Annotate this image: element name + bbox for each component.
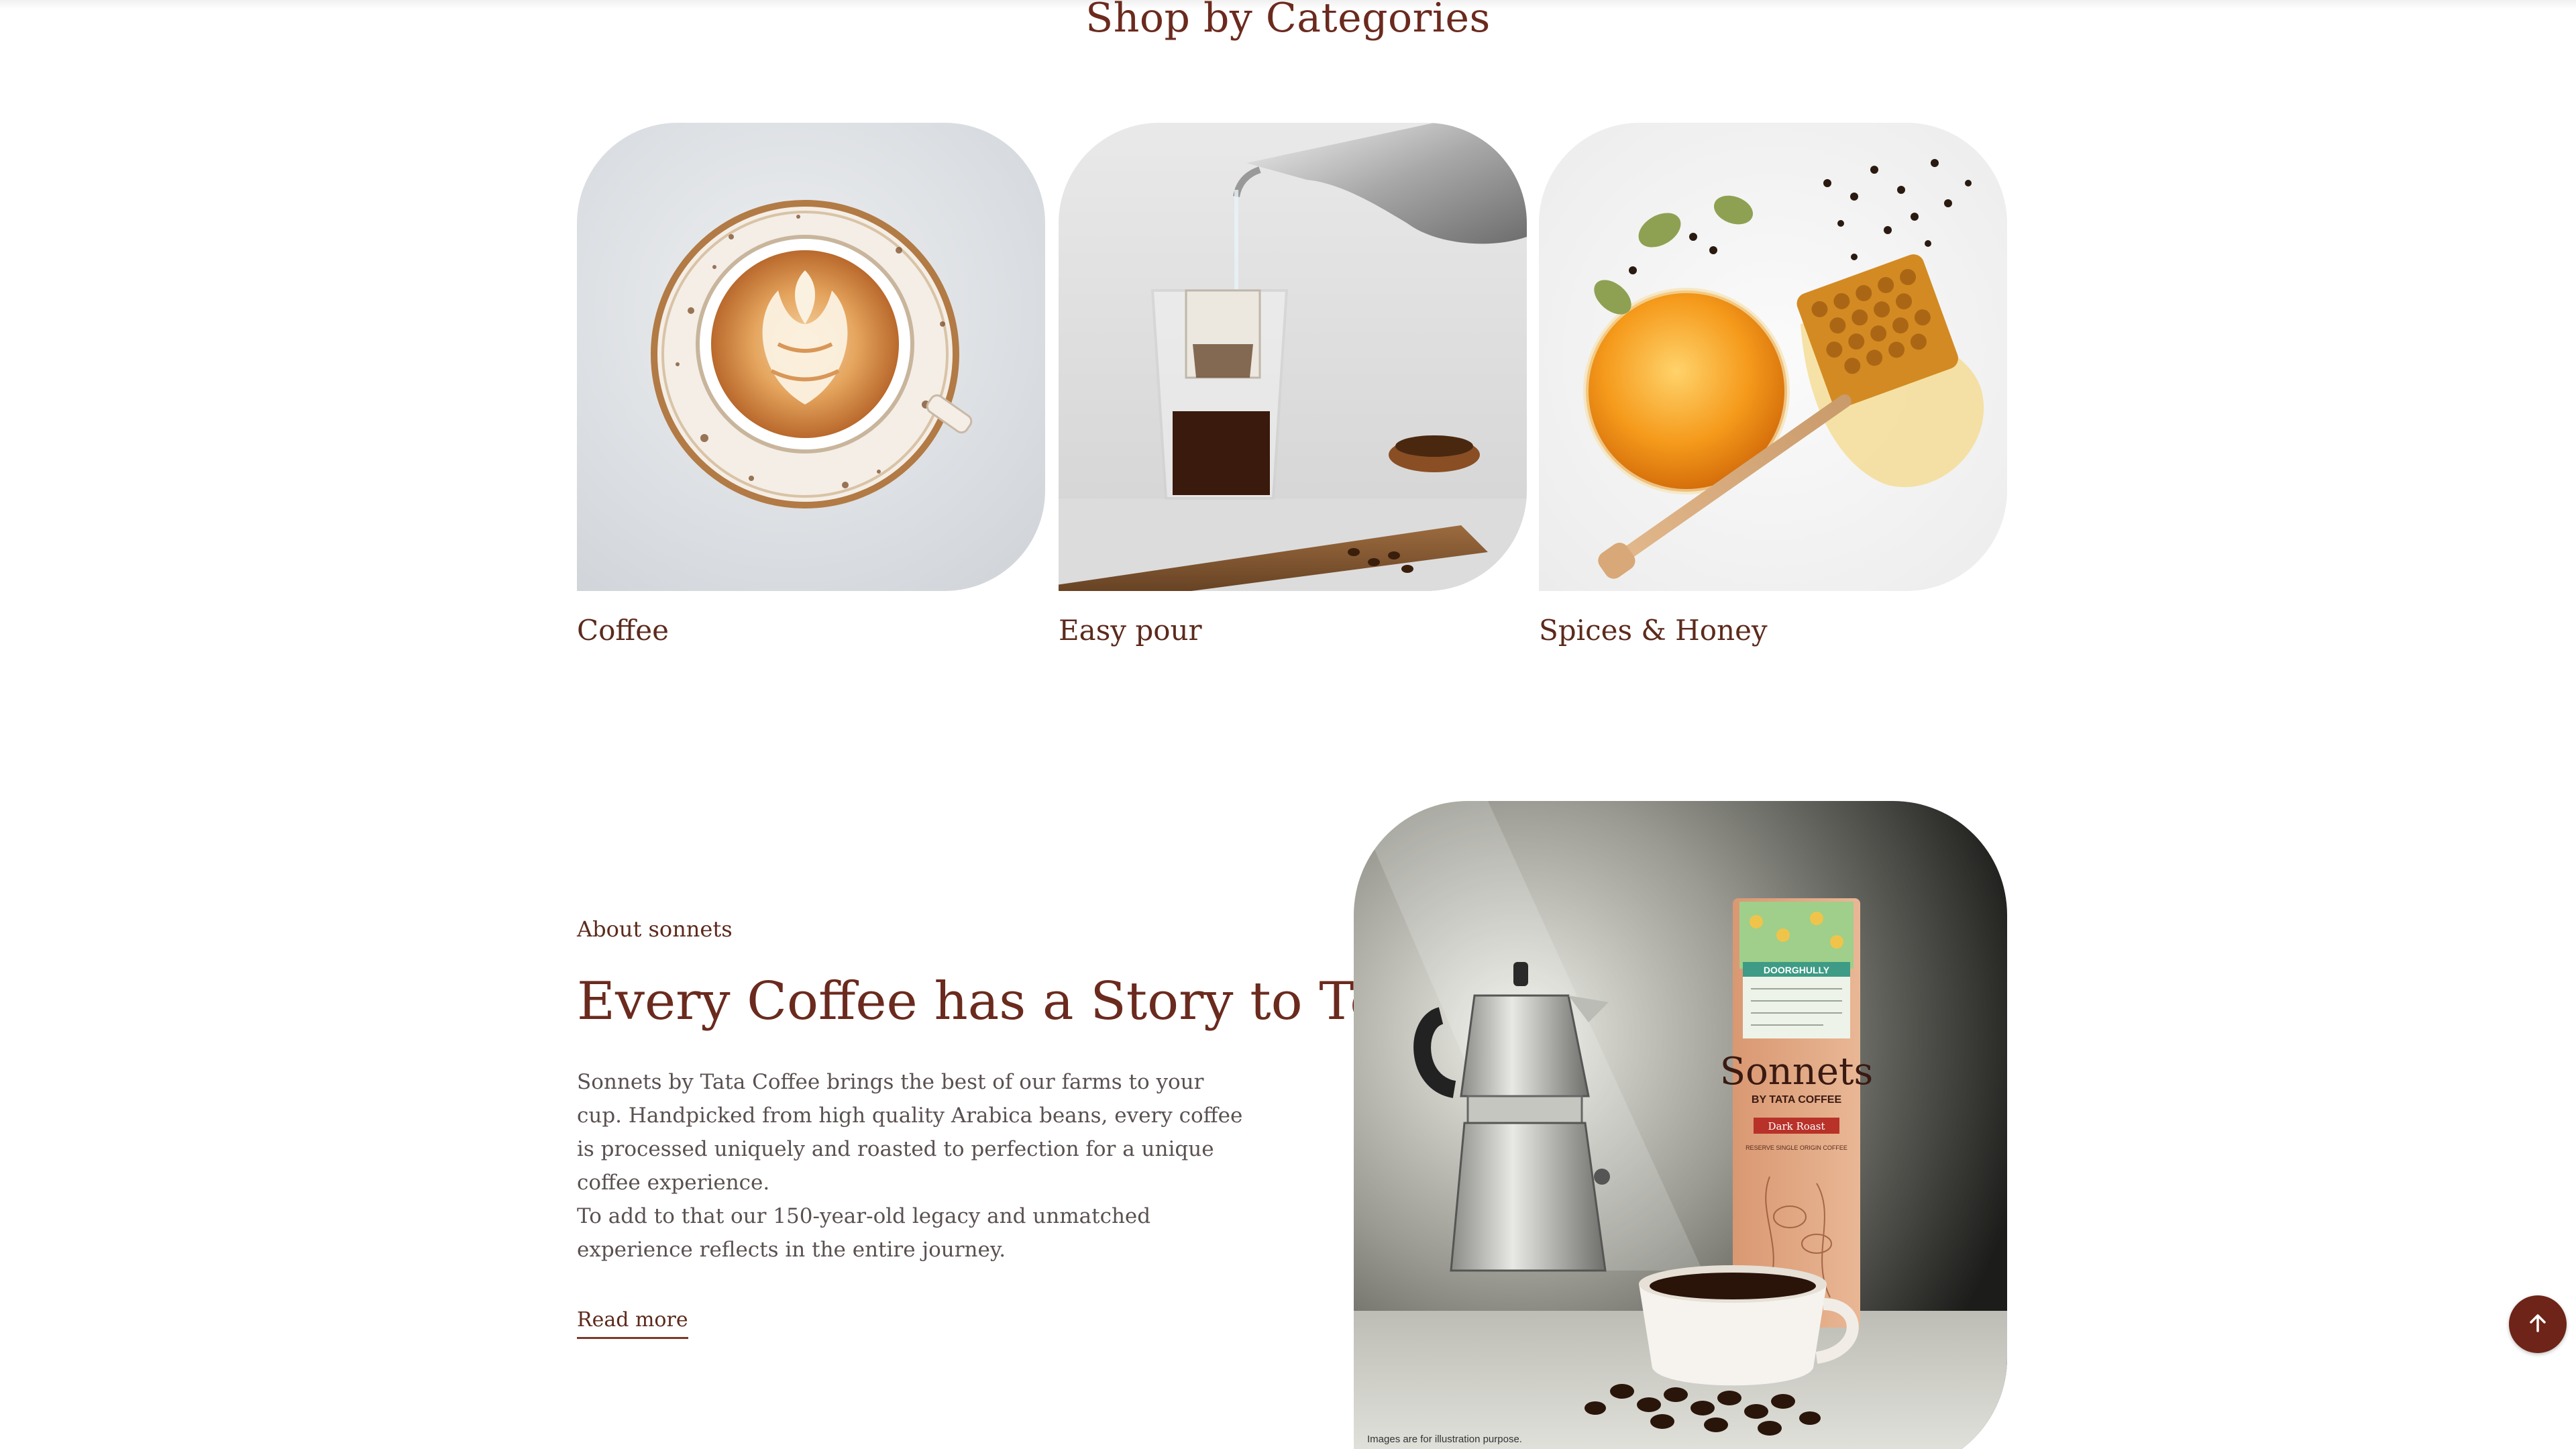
category-label-easy-pour[interactable]: Easy pour [1059, 614, 1527, 647]
section-title: Shop by Categories [1085, 0, 1491, 42]
category-card-easy-pour[interactable]: Easy pour [1059, 123, 1527, 647]
category-label-coffee[interactable]: Coffee [577, 614, 1045, 647]
about-product-image: DOORGHULLY Sonnets BY TATA COFFEE Dark R… [1354, 801, 2007, 1449]
about-body: Sonnets by Tata Coffee brings the best o… [577, 1065, 1254, 1267]
drip-bag-pour-image[interactable] [1059, 123, 1527, 591]
bag-brand-text: Sonnets [1720, 1050, 1874, 1093]
image-disclaimer: Images are for illustration purpose. [1367, 1434, 1522, 1445]
category-label-spices-honey[interactable]: Spices & Honey [1539, 614, 2007, 647]
about-paragraph-1: Sonnets by Tata Coffee brings the best o… [577, 1070, 1243, 1195]
category-card-coffee[interactable]: Coffee [577, 123, 1045, 647]
page: Shop by Categories Coffee Easy pour Spic… [0, 0, 2576, 1449]
read-more-link[interactable]: Read more [577, 1308, 688, 1339]
bag-estate-text: DOORGHULLY [1764, 965, 1830, 975]
bag-subline-text: RESERVE SINGLE ORIGIN COFFEE [1746, 1144, 1847, 1151]
honey-spices-image[interactable] [1539, 123, 2007, 591]
about-eyebrow: About sonnets [577, 916, 733, 942]
about-paragraph-2: To add to that our 150-year-old legacy a… [577, 1204, 1151, 1262]
bag-roast-text: Dark Roast [1768, 1120, 1825, 1132]
category-card-spices-honey[interactable]: Spices & Honey [1539, 123, 2007, 647]
latte-art-cup-image[interactable] [577, 123, 1045, 591]
about-heading: Every Coffee has a Story to Tell [577, 971, 1415, 1032]
back-to-top-button[interactable] [2509, 1295, 2567, 1353]
arrow-up-icon [2524, 1309, 2551, 1340]
bag-byline-text: BY TATA COFFEE [1752, 1094, 1842, 1106]
